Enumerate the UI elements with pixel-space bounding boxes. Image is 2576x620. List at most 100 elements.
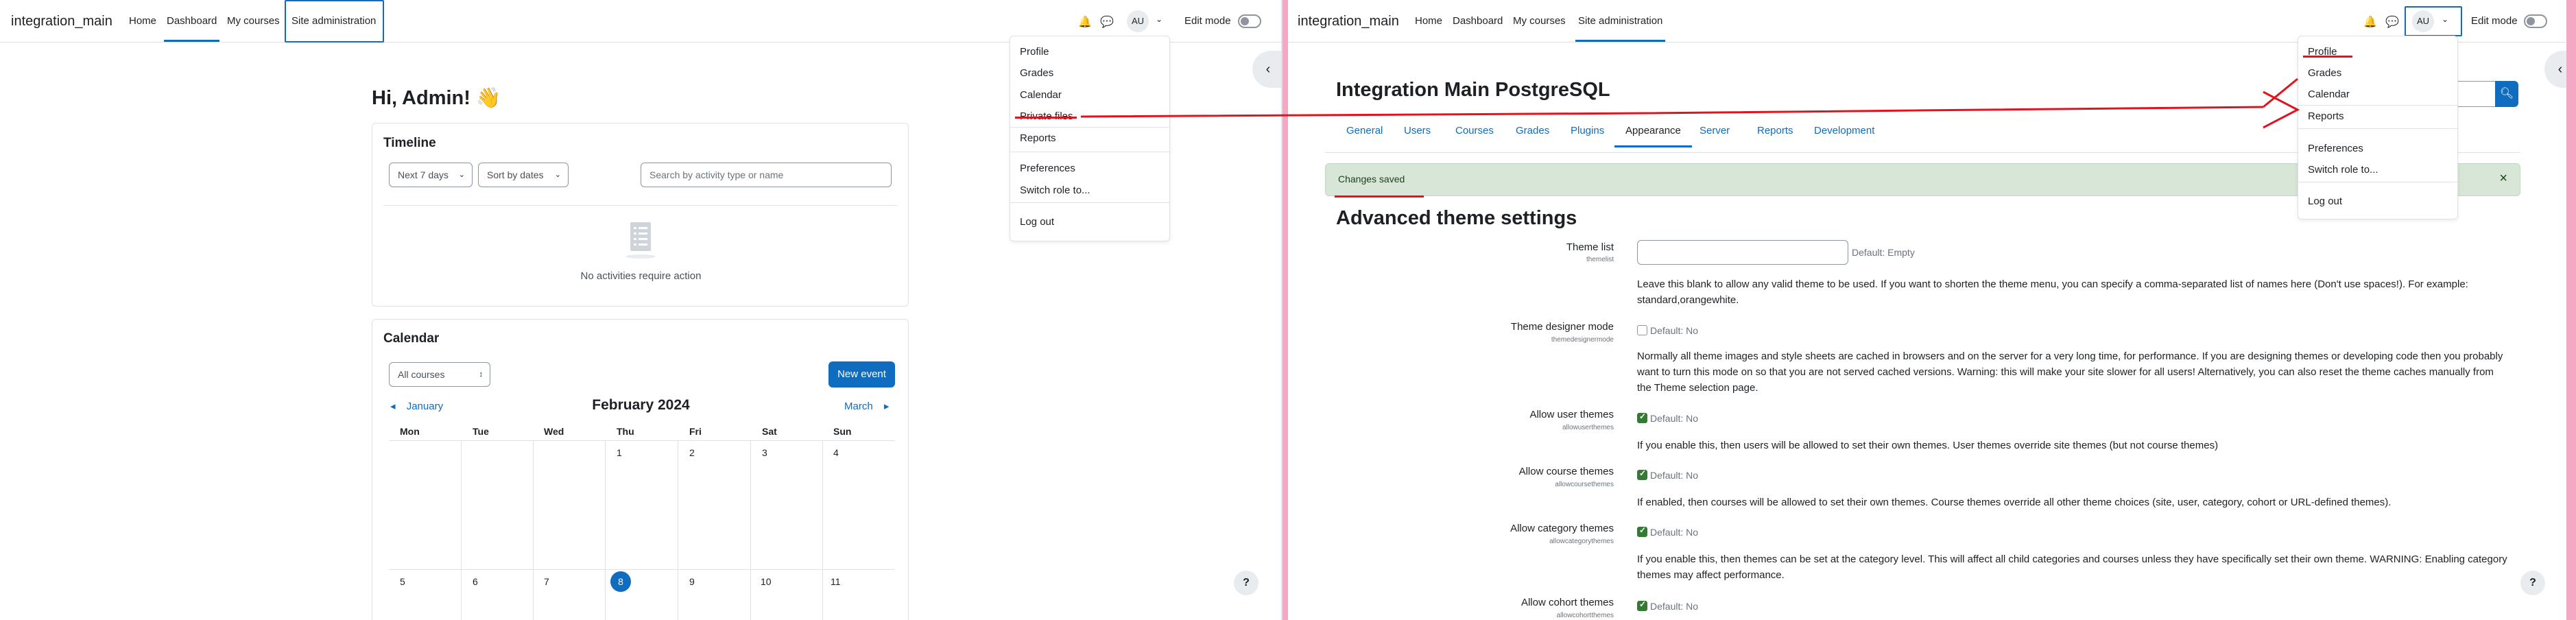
nav-site-administration[interactable]: Site administration [291, 15, 376, 27]
chevron-down-icon[interactable]: ⌄ [1156, 14, 1162, 24]
right-screenshot-panel: integration_main Home Dashboard My cours… [1288, 0, 2576, 620]
empty-activities-icon [623, 221, 658, 261]
menu-calendar[interactable]: Calendar [2308, 88, 2350, 100]
calendar-day[interactable]: 4 [833, 447, 839, 458]
calendar-today[interactable]: 8 [610, 571, 631, 592]
menu-switch-role[interactable]: Switch role to... [2308, 164, 2378, 176]
calendar-course-filter[interactable]: All courses ↕ [389, 362, 490, 387]
notification-bell-icon[interactable]: 🔔 [2363, 15, 2377, 28]
calendar-month-title: February 2024 [592, 397, 690, 413]
calendar-day[interactable]: 3 [762, 447, 767, 458]
weekday-thu: Thu [617, 426, 634, 437]
chevron-down-icon[interactable]: ⌄ [2442, 14, 2448, 24]
grid-line [750, 441, 751, 620]
setting-label: Allow user themes [1529, 409, 1614, 420]
menu-separator [2298, 105, 2457, 106]
allow-user-themes-field[interactable]: Default: No [1637, 412, 1698, 424]
messages-chat-icon[interactable]: 💬 [1100, 15, 1114, 28]
left-screenshot-panel: integration_main Home Dashboard My cours… [0, 0, 1283, 620]
weekday-sat: Sat [762, 426, 777, 437]
calendar-day[interactable]: 1 [617, 447, 622, 458]
weekday-mon: Mon [400, 426, 420, 437]
menu-separator [2298, 128, 2457, 129]
right-edge-strip [2566, 0, 2576, 620]
timeline-days-value: Next 7 days [398, 169, 449, 180]
tab-server[interactable]: Server [1700, 125, 1730, 136]
calendar-day[interactable]: 2 [689, 447, 695, 458]
calendar-day[interactable]: 9 [689, 576, 695, 587]
timeline-card: Timeline Next 7 days ⌄ Sort by dates ⌄ S… [372, 123, 909, 307]
help-button[interactable]: ? [2520, 571, 2545, 595]
allow-course-themes-field[interactable]: Default: No [1637, 468, 1698, 481]
checkbox-unchecked[interactable] [1637, 325, 1647, 335]
calendar-day[interactable]: 7 [544, 576, 549, 587]
menu-grades[interactable]: Grades [1020, 67, 1053, 79]
checkbox-checked[interactable] [1637, 525, 1647, 537]
site-brand[interactable]: integration_main [11, 14, 112, 29]
setting-label: Theme list [1566, 241, 1614, 253]
menu-preferences[interactable]: Preferences [2308, 143, 2363, 154]
menu-separator [1010, 127, 1169, 128]
drawer-chevron-left-icon[interactable]: ‹ [1252, 51, 1281, 88]
setting-key: allowcohortthemes [1556, 612, 1614, 619]
settings-label-column: Theme list themelist Theme designer mode… [1288, 0, 1614, 620]
help-button[interactable]: ? [1234, 571, 1259, 595]
triangle-right-icon: ▸ [883, 401, 890, 412]
divider [383, 205, 897, 206]
weekday-wed: Wed [544, 426, 564, 437]
user-avatar[interactable]: AU [1127, 10, 1149, 32]
calendar-day[interactable]: 5 [400, 576, 405, 587]
menu-separator [1010, 202, 1169, 203]
timeline-search-input[interactable]: Search by activity type or name [641, 163, 892, 187]
new-event-button[interactable]: New event [828, 361, 895, 388]
messages-chat-icon[interactable]: 💬 [2385, 15, 2399, 28]
close-icon[interactable]: × [2499, 171, 2507, 187]
tab-appearance[interactable]: Appearance [1614, 125, 1692, 147]
calendar-day[interactable]: 10 [761, 576, 772, 587]
setting-label: Theme designer mode [1510, 321, 1614, 333]
menu-calendar[interactable]: Calendar [1020, 89, 1062, 101]
theme-list-input[interactable] [1637, 240, 1848, 265]
nav-dashboard[interactable]: Dashboard [163, 15, 220, 42]
user-avatar[interactable]: AU [2412, 10, 2434, 32]
nav-my-courses[interactable]: My courses [227, 15, 280, 27]
menu-switch-role[interactable]: Switch role to... [1020, 184, 1090, 196]
allow-cohort-themes-field[interactable]: Default: No [1637, 599, 1698, 612]
checkbox-checked[interactable] [1637, 412, 1647, 423]
menu-profile[interactable]: Profile [1020, 46, 1049, 58]
calendar-day[interactable]: 6 [473, 576, 478, 587]
timeline-title: Timeline [383, 136, 436, 150]
edit-mode-toggle[interactable] [2524, 14, 2547, 28]
menu-reports[interactable]: Reports [2308, 110, 2344, 122]
grid-line [389, 569, 895, 570]
setting-label: Allow cohort themes [1520, 597, 1614, 608]
calendar-day[interactable]: 11 [831, 576, 841, 587]
weekday-tue: Tue [473, 426, 489, 437]
chevron-down-icon: ⌄ [554, 171, 561, 179]
menu-preferences[interactable]: Preferences [1020, 163, 1075, 174]
notification-bell-icon[interactable]: 🔔 [1078, 15, 1092, 28]
setting-description: If you enable this, then themes can be s… [1637, 553, 2507, 581]
checkbox-checked[interactable] [1637, 599, 1647, 611]
checkbox-checked[interactable] [1637, 468, 1647, 480]
timeline-sort-select[interactable]: Sort by dates ⌄ [478, 163, 569, 187]
grid-line [533, 441, 534, 620]
nav-home[interactable]: Home [129, 15, 156, 27]
menu-reports[interactable]: Reports [1020, 132, 1056, 144]
timeline-days-filter[interactable]: Next 7 days ⌄ [389, 163, 473, 187]
next-month-label: March [844, 401, 873, 412]
search-icon[interactable]: 🔍︎ [2495, 81, 2518, 107]
theme-designer-mode-field[interactable]: Default: No [1637, 325, 1698, 336]
menu-grades[interactable]: Grades [2308, 67, 2341, 79]
updown-icon: ↕ [479, 370, 484, 379]
next-month-link[interactable]: March ▸ [844, 400, 889, 412]
tab-development[interactable]: Development [1814, 125, 1874, 136]
setting-description: If enabled, then courses will be allowed… [1637, 497, 2392, 508]
edit-mode-toggle[interactable] [1238, 14, 1261, 28]
setting-key: allowcategorythemes [1549, 538, 1614, 545]
user-menu-dropdown: Profile Grades Calendar Private files Re… [1010, 36, 1170, 241]
menu-log-out[interactable]: Log out [2308, 195, 2342, 207]
allow-category-themes-field[interactable]: Default: No [1637, 525, 1698, 538]
menu-log-out[interactable]: Log out [1020, 216, 1054, 228]
tab-reports[interactable]: Reports [1757, 125, 1793, 136]
